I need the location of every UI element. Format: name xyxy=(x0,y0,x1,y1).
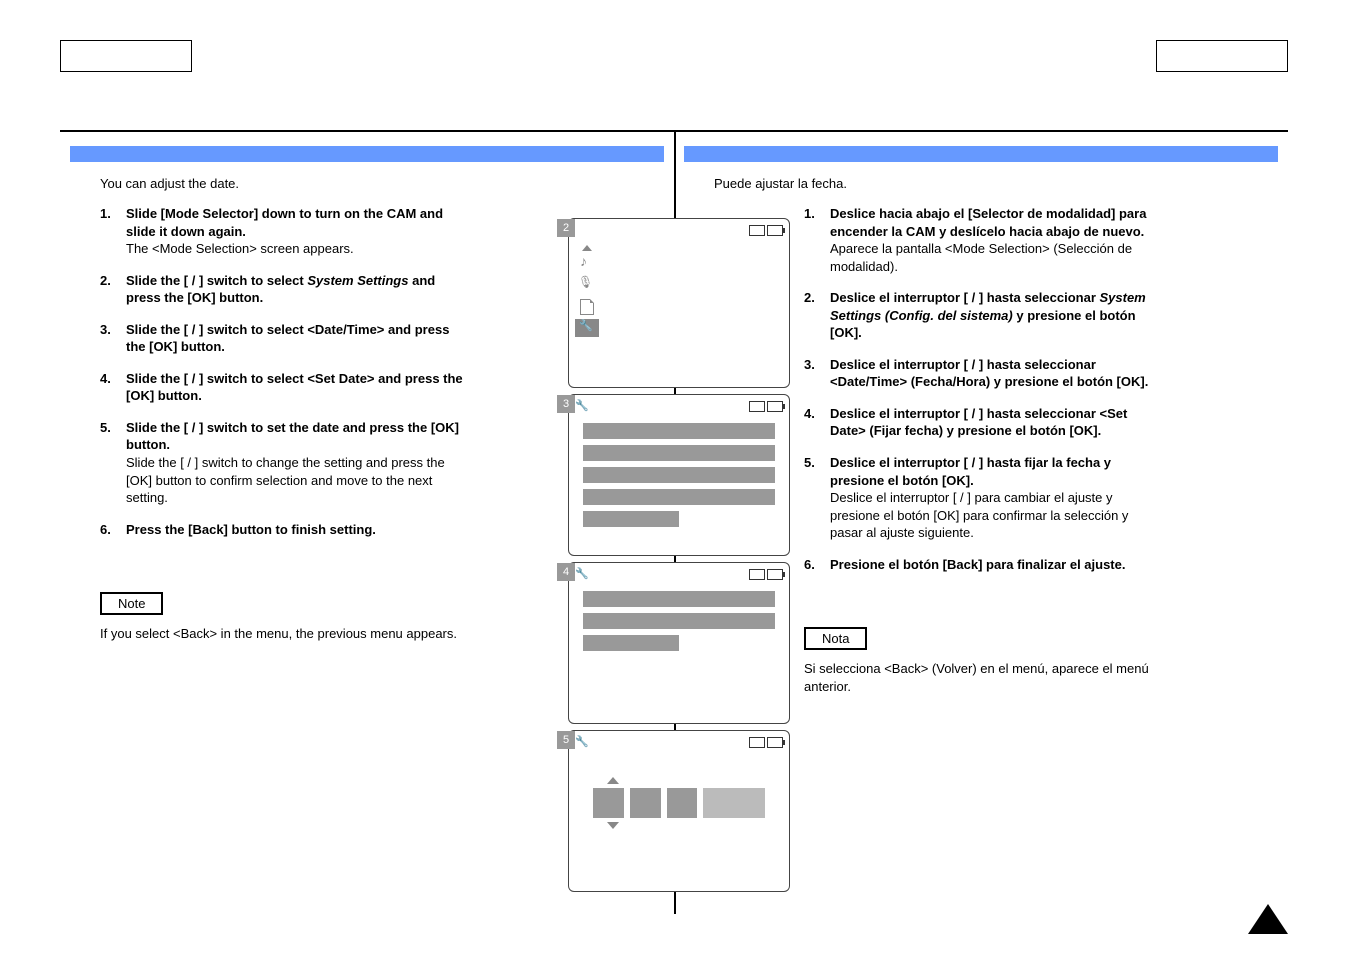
step-text: Deslice el interruptor [ / ] hasta fijar… xyxy=(830,455,1111,488)
step-number: 1. xyxy=(100,205,126,223)
battery-icon xyxy=(767,401,783,412)
menu-item xyxy=(583,635,679,651)
date-setter xyxy=(593,777,765,829)
screen-title-bar xyxy=(575,567,589,580)
step-number: 5. xyxy=(804,454,830,472)
step-ital: System Settings xyxy=(307,273,408,288)
menu-item xyxy=(583,489,775,505)
card-icon xyxy=(749,737,765,748)
wrench-icon xyxy=(575,399,589,412)
step-text: Deslice el interruptor [ / ] hasta selec… xyxy=(830,406,1127,439)
menu-item xyxy=(583,591,775,607)
menu-item xyxy=(583,423,775,439)
section-bar-right xyxy=(684,146,1278,162)
menu-item xyxy=(583,445,775,461)
step-text: Deslice hacia abajo el [Selector de moda… xyxy=(830,206,1146,239)
step-sub: Deslice el interruptor [ / ] para cambia… xyxy=(830,490,1128,540)
date-box xyxy=(593,788,624,818)
step-text: Slide the [ / ] switch to select <Set Da… xyxy=(126,371,463,404)
note-label-right: Nota xyxy=(804,627,867,650)
device-screen-2: 2 xyxy=(568,218,790,388)
arrow-down-icon xyxy=(607,822,619,829)
step-number: 4. xyxy=(804,405,830,423)
note-text-right: Si selecciona <Back> (Volver) en el menú… xyxy=(804,660,1184,696)
top-box-row xyxy=(60,40,1288,72)
step-number: 3. xyxy=(804,356,830,374)
battery-icon xyxy=(767,569,783,580)
screenshots-stack: 2 3 4 xyxy=(556,218,792,898)
step-text: Slide the [ / ] switch to select <Date/T… xyxy=(126,322,449,355)
step-number: 6. xyxy=(100,521,126,539)
device-screen-3: 3 xyxy=(568,394,790,556)
screen-title-bar xyxy=(575,399,589,412)
note-label-left: Note xyxy=(100,592,163,615)
step-item: 4.Deslice el interruptor [ / ] hasta sel… xyxy=(804,405,1278,440)
card-icon xyxy=(749,225,765,236)
arrow-up-icon xyxy=(607,777,619,784)
menu-item xyxy=(583,511,679,527)
note-text-left: If you select <Back> in the menu, the pr… xyxy=(100,625,480,643)
step-sub: Aparece la pantalla <Mode Selection> (Se… xyxy=(830,241,1132,274)
screen-number: 5 xyxy=(557,731,575,749)
step-number: 6. xyxy=(804,556,830,574)
menu-item xyxy=(583,613,775,629)
top-box-left xyxy=(60,40,192,72)
device-screen-4: 4 xyxy=(568,562,790,724)
settings-highlight-icon xyxy=(575,319,599,337)
step-number: 4. xyxy=(100,370,126,388)
step-number: 2. xyxy=(804,289,830,307)
step-item: 3.Deslice el interruptor [ / ] hasta sel… xyxy=(804,356,1278,391)
step-sub: Slide the [ / ] switch to change the set… xyxy=(126,455,445,505)
step-number: 5. xyxy=(100,419,126,437)
step-text: Presione el botón [Back] para finalizar … xyxy=(830,557,1125,572)
arrow-up-icon xyxy=(582,245,592,251)
intro-left: You can adjust the date. xyxy=(100,176,664,191)
step-pre: Slide the [ / ] switch to select xyxy=(126,273,307,288)
screen-title-bar xyxy=(575,735,589,748)
step-item: 1.Deslice hacia abajo el [Selector de mo… xyxy=(804,205,1278,275)
step-sub: The <Mode Selection> screen appears. xyxy=(126,241,354,256)
step-pre: Deslice el interruptor [ / ] hasta selec… xyxy=(830,290,1099,305)
doc-icon xyxy=(580,299,594,315)
wrench-icon xyxy=(575,735,589,748)
step-text: Deslice el interruptor [ / ] hasta selec… xyxy=(830,357,1148,390)
mic-icon xyxy=(578,277,596,295)
mode-sidebar xyxy=(573,241,601,341)
step-item: 2.Deslice el interruptor [ / ] hasta sel… xyxy=(804,289,1278,342)
page-corner-triangle-icon xyxy=(1248,904,1288,934)
date-box xyxy=(630,788,661,818)
section-bar-left xyxy=(70,146,664,162)
step-number: 2. xyxy=(100,272,126,290)
date-boxes xyxy=(593,788,765,818)
manual-page: You can adjust the date. 1.Slide [Mode S… xyxy=(0,0,1348,954)
intro-right: Puede ajustar la fecha. xyxy=(714,176,1278,191)
battery-icon xyxy=(767,225,783,236)
device-screen-5: 5 xyxy=(568,730,790,892)
step-item: 6.Presione el botón [Back] para finaliza… xyxy=(804,556,1278,574)
step-item: 5.Deslice el interruptor [ / ] hasta fij… xyxy=(804,454,1278,542)
menu-bars xyxy=(583,591,775,657)
date-box xyxy=(667,788,698,818)
step-number: 3. xyxy=(100,321,126,339)
card-icon xyxy=(749,569,765,580)
steps-right: 1.Deslice hacia abajo el [Selector de mo… xyxy=(804,205,1278,573)
menu-item xyxy=(583,467,775,483)
step-text: Slide [Mode Selector] down to turn on th… xyxy=(126,206,443,239)
wrench-icon xyxy=(575,567,589,580)
music-icon xyxy=(578,255,596,273)
menu-bars xyxy=(583,423,775,533)
screen-number: 4 xyxy=(557,563,575,581)
battery-icon xyxy=(767,737,783,748)
step-text: Press the [Back] button to finish settin… xyxy=(126,522,376,537)
screen-number: 3 xyxy=(557,395,575,413)
step-text: Slide the [ / ] switch to set the date a… xyxy=(126,420,459,453)
step-number: 1. xyxy=(804,205,830,223)
card-icon xyxy=(749,401,765,412)
screen-number: 2 xyxy=(557,219,575,237)
date-box-last xyxy=(703,788,765,818)
top-box-right xyxy=(1156,40,1288,72)
